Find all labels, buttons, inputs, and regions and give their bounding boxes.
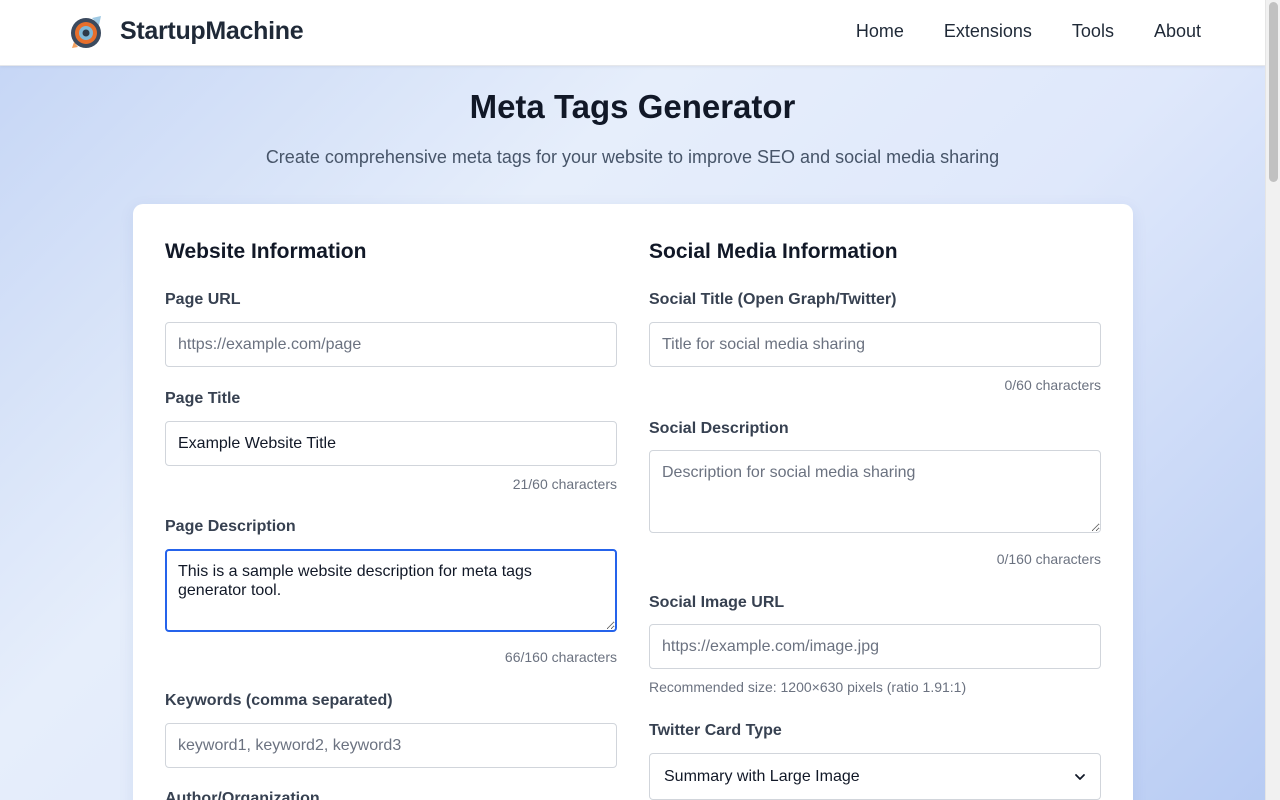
page-title: Meta Tags Generator: [469, 88, 796, 125]
scrollbar-thumb[interactable]: [1269, 2, 1278, 182]
rocket-logo-icon: [71, 16, 101, 48]
social-image-label: Social Image URL: [649, 594, 785, 611]
social-description-textarea[interactable]: [649, 450, 1101, 533]
page-url-label: Page URL: [165, 291, 241, 308]
social-description-counter: 0/160 characters: [996, 551, 1101, 567]
page-scrollbar[interactable]: [1265, 0, 1280, 800]
page-title-counter: 21/60 characters: [512, 476, 617, 492]
generator-form-card: Website Information Page URL Page Title …: [133, 204, 1133, 800]
keywords-label: Keywords (comma separated): [165, 692, 393, 709]
page-subtitle: Create comprehensive meta tags for your …: [265, 147, 1000, 167]
author-label: Author/Organization: [165, 790, 320, 800]
main-nav: Home Extensions Tools About: [856, 21, 1201, 42]
page-description-label: Page Description: [165, 518, 296, 535]
twitter-card-select[interactable]: Summary with Large Image: [649, 753, 1101, 800]
social-image-hint: Recommended size: 1200×630 pixels (ratio…: [649, 679, 967, 695]
social-description-label: Social Description: [649, 420, 789, 437]
page-title-input[interactable]: [165, 421, 617, 466]
social-title-input[interactable]: [649, 322, 1101, 367]
page-url-input[interactable]: [165, 322, 617, 367]
social-title-counter: 0/60 characters: [1004, 377, 1102, 393]
page-description-counter: 66/160 characters: [504, 649, 617, 665]
site-header: StartupMachine Home Extensions Tools Abo…: [0, 0, 1265, 66]
nav-about[interactable]: About: [1154, 21, 1201, 42]
logo[interactable]: [68, 14, 104, 50]
twitter-card-label: Twitter Card Type: [649, 722, 782, 739]
brand-name[interactable]: StartupMachine: [120, 17, 304, 46]
chevron-down-icon: [1075, 773, 1085, 780]
social-info-title: Social Media Information: [649, 240, 898, 263]
twitter-card-selected: Summary with Large Image: [664, 767, 860, 785]
nav-tools[interactable]: Tools: [1072, 21, 1114, 42]
social-title-label: Social Title (Open Graph/Twitter): [649, 291, 897, 308]
page-title-label: Page Title: [165, 390, 241, 407]
nav-extensions[interactable]: Extensions: [944, 21, 1032, 42]
keywords-input[interactable]: [165, 723, 617, 768]
social-image-input[interactable]: [649, 624, 1101, 669]
website-info-title: Website Information: [165, 240, 367, 263]
nav-home[interactable]: Home: [856, 21, 904, 42]
page-description-textarea[interactable]: This is a sample website description for…: [165, 549, 617, 632]
